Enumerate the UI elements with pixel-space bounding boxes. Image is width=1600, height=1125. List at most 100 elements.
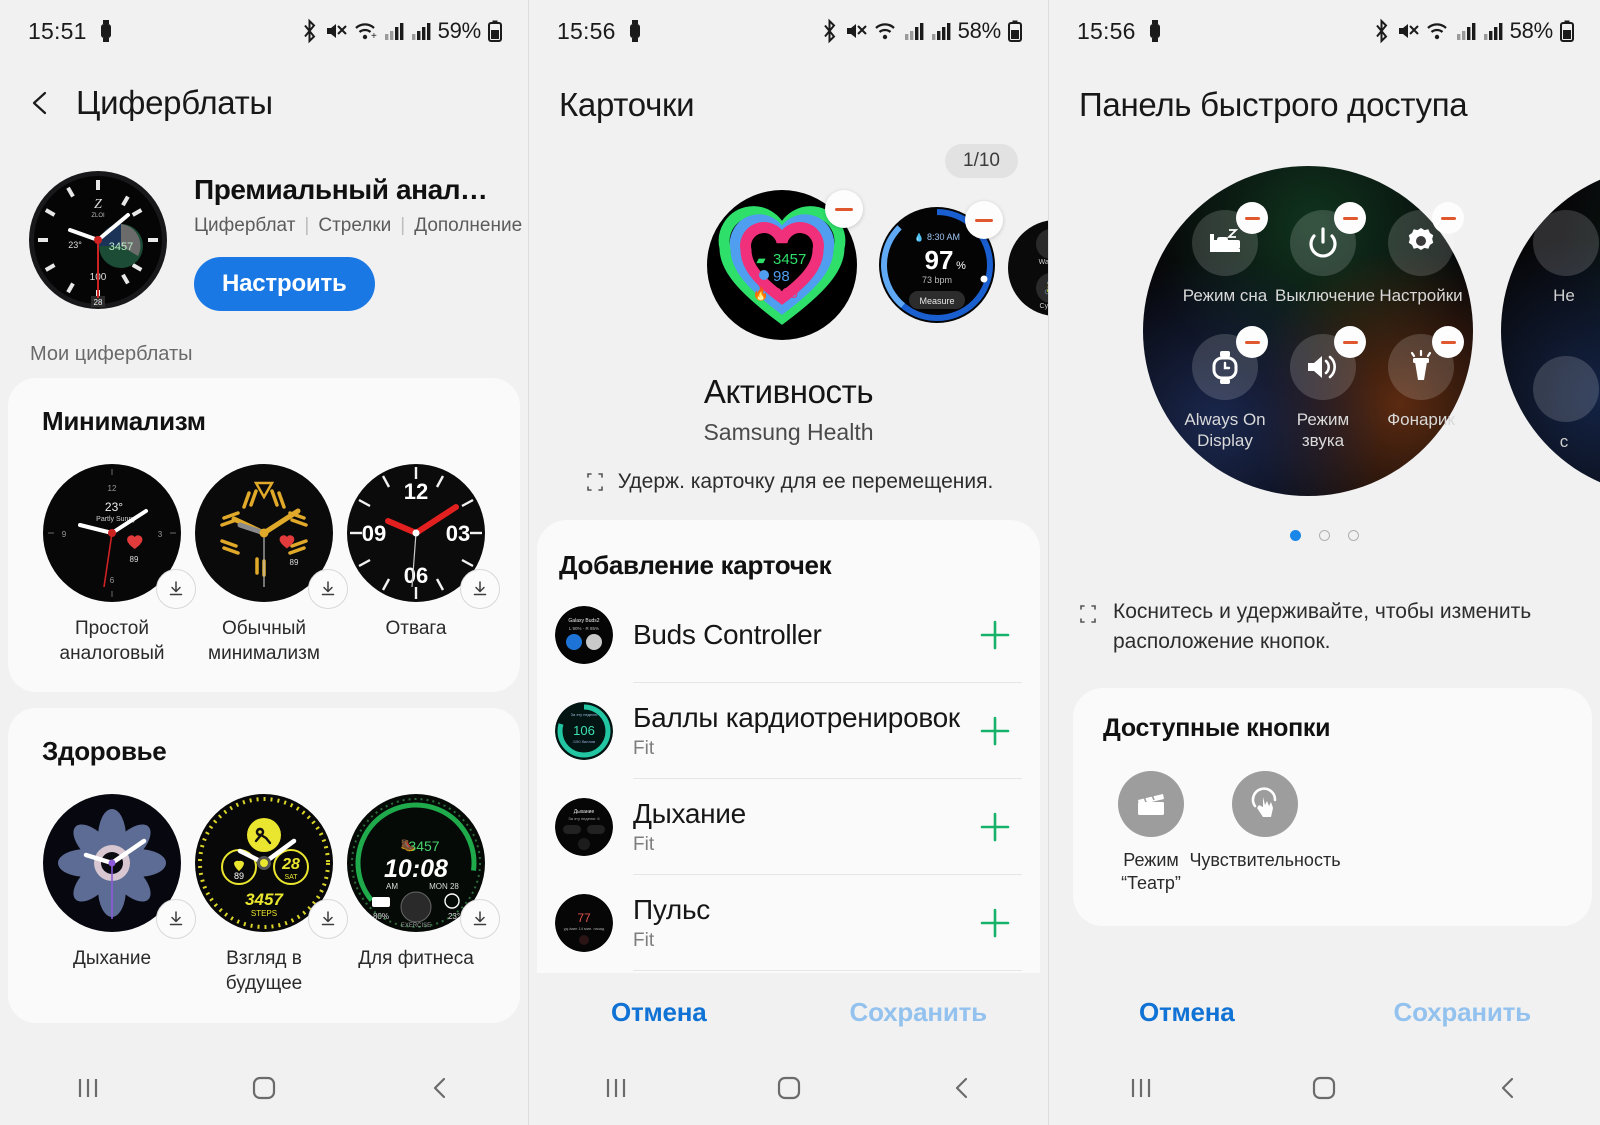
add-card-button[interactable] [976,616,1014,654]
watchface-caption: Взгляд в будущее [225,948,303,995]
download-button[interactable] [460,569,500,609]
download-button[interactable] [308,569,348,609]
add-card-row[interactable]: Galaxy Buds2 L 90% · R 85% Buds Controll… [537,587,1040,683]
remove-card-button[interactable] [965,201,1003,239]
preview-date: 28 [94,298,103,307]
save-button[interactable]: Сохранить [789,997,1049,1028]
download-button[interactable] [460,899,500,940]
back-button[interactable] [400,1075,480,1101]
watchface-thumb[interactable]: 89 [194,463,348,609]
remove-card-button[interactable] [825,190,863,228]
save-button[interactable]: Сохранить [1325,997,1600,1028]
group-heading: Здоровье [42,736,167,767]
thumb-weekday: SAT [284,874,298,881]
my-watchfaces-label: Мои циферблаты [30,343,193,365]
signal-icon [1483,23,1502,40]
back-button[interactable] [922,1075,1002,1101]
thumb-temp: 23° [105,500,123,514]
watchface-group-health: Здоровье Дыхание 89 28 SAT 3457 STEPS Вз… [8,708,520,1023]
thumb-value: 106 [573,723,595,738]
quick-panel-watch-next[interactable]: Не с [1501,166,1600,496]
quick-button-power-off[interactable]: Выключение [1275,202,1375,332]
add-card-button[interactable] [976,712,1014,750]
page-dot[interactable] [1348,530,1359,541]
card-thumbnail: За эту неделю 106 /150 баллов [555,702,613,760]
watch-icon [629,20,640,42]
status-bar: 15:51 + 59% [0,0,528,62]
watchface-thumb[interactable]: 12 3 6 9 23° Partly Sunny 89 [42,463,196,609]
home-button[interactable] [749,1073,829,1103]
available-button-touch-sensitivity[interactable]: Чувствительность [1189,770,1341,896]
remove-quick-button[interactable] [1334,326,1366,358]
action-bar: Отмена Сохранить [1049,973,1600,1051]
minus-icon [835,207,853,211]
recents-button[interactable] [48,1075,128,1101]
home-button[interactable] [224,1073,304,1103]
watchface-item[interactable]: 12 3 6 9 23° Partly Sunny 89 Простой ана… [36,463,196,666]
add-card-button[interactable] [976,904,1014,942]
quick-button-sleep-mode[interactable]: Режим сна [1177,202,1273,332]
watchface-thumb[interactable]: 89 28 SAT 3457 STEPS [194,793,348,940]
add-card-texts: Баллы кардиотренировок Fit [633,702,976,760]
available-button-theater-mode[interactable]: Режим “Театр” [1101,770,1201,896]
carousel-item-activity[interactable]: 3457 ▰ 98 🔥 310 [707,190,863,345]
svg-text:/150 баллов: /150 баллов [573,739,595,744]
watchface-thumb[interactable]: 12 03 06 09 [346,463,500,609]
add-card-row[interactable]: За эту неделю 106 /150 баллов Баллы кард… [537,683,1040,779]
svg-text:За эту неделю: За эту неделю [571,712,598,717]
status-bar-right: 58% [821,18,1022,44]
watchface-item[interactable]: 12 03 06 09 Отвага [340,463,500,666]
add-card-texts: Buds Controller [633,619,976,651]
featured-watchface-preview[interactable]: 3457 Z ZLOI 23° 100 28 [28,170,168,315]
quick-buttons-grid: Режим сна Выключение Настройки Always On… [1143,166,1473,496]
back-button[interactable] [1468,1075,1548,1101]
cancel-button[interactable]: Отмена [1049,997,1325,1028]
page-title: Карточки [559,86,695,123]
title-bar: Циферблаты [0,62,528,130]
remove-quick-button[interactable] [1432,202,1464,234]
add-card-row[interactable]: Дыхание За эту неделю: 6 Дыхание Fit [537,779,1040,875]
status-bar: 15:56 58% [529,0,1048,62]
recents-button[interactable] [1101,1075,1181,1101]
battery-icon [1008,20,1022,42]
watchface-item[interactable]: 89 Обычный минимализм [188,463,348,666]
cards-carousel[interactable]: 3457 ▰ 98 🔥 310 8:30 AM 💧 97 % 73 bpm Me… [529,182,1048,357]
watchface-item[interactable]: Дыхание [36,793,196,996]
remove-quick-button[interactable] [1236,326,1268,358]
download-button[interactable] [156,569,196,609]
panel-quick-access: 15:56 58% Панель быстрого доступа Режим … [1048,0,1600,1125]
wifi-icon [874,23,895,40]
watchface-thumb[interactable]: 3457 🥾 10:08 AM MON 28 80% EXERCISE 23° [346,793,500,940]
watchface-item[interactable]: 3457 🥾 10:08 AM MON 28 80% EXERCISE 23° [340,793,500,996]
watchface-item[interactable]: 89 28 SAT 3457 STEPS Взгляд в будущее [188,793,348,996]
quick-button-flashlight[interactable]: Фонарик [1373,326,1469,456]
carousel-item-heart-rate[interactable]: 8:30 AM 💧 97 % 73 bpm Measure [879,201,1003,328]
three-panel-screenshot: 15:51 + 59% Циферблаты 3457 Z ZLOI 23° 2… [0,0,1600,1125]
available-buttons-section: Доступные кнопки Режим “Театр” Чувствите… [1073,687,1592,926]
watchface-caption: Для фитнеса [358,948,474,970]
quick-panel-stage[interactable]: Режим сна Выключение Настройки Always On… [1049,166,1600,496]
page-dots[interactable] [1049,530,1600,541]
hr-value: 97 [925,245,954,275]
quick-button-always-on-display[interactable]: Always On Display [1177,326,1273,456]
remove-quick-button[interactable] [1334,202,1366,234]
numeral-6: 06 [404,563,428,588]
quick-button-sound-mode[interactable]: Режим звука [1275,326,1371,456]
watchface-caption-text: Обычный минимализм [208,618,320,664]
configure-button[interactable]: Настроить [194,257,375,311]
watchface-thumb[interactable] [42,793,196,940]
watchface-grid: Дыхание 89 28 SAT 3457 STEPS Взгляд в бу… [28,771,500,996]
recents-button[interactable] [576,1075,656,1101]
page-dot-active[interactable] [1290,530,1301,541]
remove-quick-button[interactable] [1432,326,1464,358]
carousel-item-workout[interactable]: 🚶 Walking 🚴 Cycling [1008,220,1048,321]
quick-panel-watch[interactable]: Режим сна Выключение Настройки Always On… [1143,166,1473,496]
page-dot[interactable] [1319,530,1330,541]
home-button[interactable] [1284,1073,1364,1103]
back-chevron-icon[interactable] [28,90,54,116]
cancel-button[interactable]: Отмена [529,997,789,1028]
add-card-button[interactable] [976,808,1014,846]
remove-quick-button[interactable] [1236,202,1268,234]
add-card-row[interactable]: 77 уд./мин 14 мин. назад Пульс Fit [537,875,1040,971]
quick-button-settings[interactable]: Настройки [1373,202,1469,332]
